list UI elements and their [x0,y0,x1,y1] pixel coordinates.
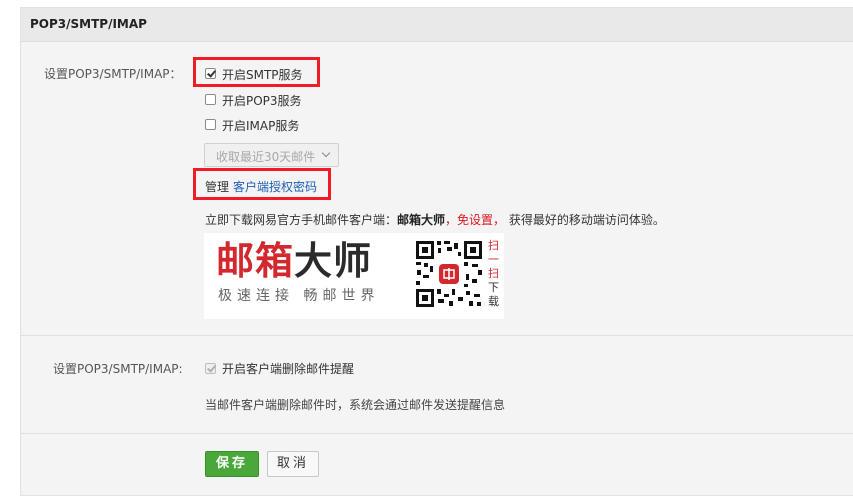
imap-option-label: 开启IMAP服务 [222,119,300,133]
delete-alert-description: 当邮件客户端删除邮件时，系统会通过邮件发送提醒信息 [205,398,506,412]
ad-logo-title: 邮箱大师 [216,238,373,283]
panel-header: POP3/SMTP/IMAP [21,8,853,42]
promo-text-after: 获得最好的移动端访问体验。 [505,213,665,227]
delete-alert-settings-label: 设置POP3/SMTP/IMAP: [53,362,183,376]
imap-checkbox[interactable] [205,119,216,130]
qr-scan-caption: 扫一扫下载 [488,239,499,308]
cancel-button[interactable]: 取消 [267,451,319,477]
promo-line: 立即下载网易官方手机邮件客户端：邮箱大师，免设置， 获得最好的移动端访问体验。 [205,211,665,228]
section-divider [20,433,853,434]
smtp-option-label: 开启SMTP服务 [222,68,303,82]
manage-label: 管理 [205,180,230,194]
section-divider [20,335,853,336]
fetch-range-select[interactable]: 收取最近30天邮件 [204,143,339,167]
fetch-range-value: 收取最近30天邮件 [216,150,316,164]
pop3-option-label: 开启POP3服务 [222,94,302,108]
save-button[interactable]: 保存 [205,451,259,477]
promo-app-name[interactable]: 邮箱大师 [397,213,445,227]
smtp-checkbox[interactable] [205,68,216,79]
promo-text-before: 立即下载网易官方手机邮件客户端： [205,213,398,227]
client-auth-password-link[interactable]: 客户端授权密码 [233,178,317,195]
qr-code-icon [414,239,484,309]
pop3-checkbox[interactable] [205,94,216,105]
qr-code-block: 扫一扫下载 [408,233,504,319]
mail-master-ad-banner[interactable]: 邮箱大师 极速连接 畅邮世界 扫一扫下载 [204,233,504,319]
pop3-settings-label: 设置POP3/SMTP/IMAP： [44,67,182,81]
page-title: POP3/SMTP/IMAP [30,17,147,31]
chevron-down-icon [321,148,331,158]
delete-alert-option-label: 开启客户端删除邮件提醒 [222,362,355,376]
promo-highlight: ，免设置， [445,213,506,227]
delete-alert-checkbox[interactable] [205,363,216,374]
ad-slogan: 极速连接 畅邮世界 [218,288,380,304]
